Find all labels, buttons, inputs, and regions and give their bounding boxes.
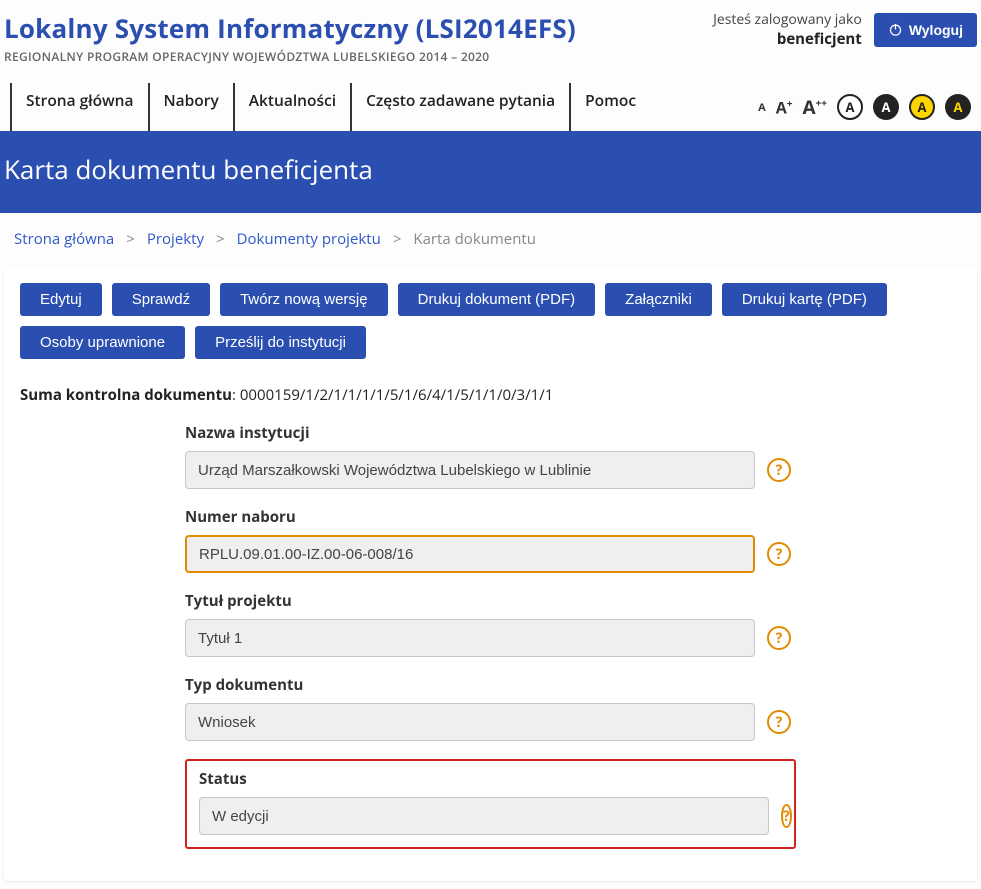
help-icon-project-title[interactable]: ?	[767, 626, 791, 650]
field-doc-type: Typ dokumentu ?	[185, 675, 796, 741]
osoby-uprawnione-button[interactable]: Osoby uprawnione	[20, 326, 185, 359]
project-title-input	[185, 619, 755, 657]
site-title: Lokalny System Informatyczny (LSI2014EFS…	[4, 10, 576, 46]
doc-type-label: Typ dokumentu	[185, 675, 796, 695]
nav-item-pomoc[interactable]: Pomoc	[569, 83, 650, 131]
field-status: Status ?	[185, 759, 796, 849]
contrast-normal[interactable]: A	[837, 94, 863, 120]
help-icon-institution[interactable]: ?	[767, 458, 791, 482]
font-size-small[interactable]: A	[758, 100, 766, 115]
checksum-value: 0000159/1/2/1/1/1/1/5/1/6/4/1/5/1/1/0/3/…	[240, 385, 553, 405]
recruitment-label: Numer naboru	[185, 507, 796, 527]
zalaczniki-button[interactable]: Załączniki	[605, 283, 712, 316]
contrast-dark-yellow[interactable]: A	[945, 94, 971, 120]
recruitment-input	[185, 535, 755, 573]
bc-projekty[interactable]: Projekty	[147, 229, 204, 249]
contrast-yellow[interactable]: A	[909, 94, 935, 120]
header-right: Jesteś zalogowany jako beneficjent Wylog…	[713, 10, 977, 49]
bc-dokumenty-projektu[interactable]: Dokumenty projektu	[237, 229, 381, 249]
font-size-large[interactable]: A++	[802, 94, 827, 120]
accessibility-tools: A A+ A++ A A A A	[758, 94, 971, 120]
card: Edytuj Sprawdź Twórz nową wersję Drukuj …	[4, 267, 977, 881]
power-icon	[888, 22, 903, 37]
nav-item-home[interactable]: Strona główna	[10, 83, 148, 131]
doc-type-input	[185, 703, 755, 741]
header-bar: Lokalny System Informatyczny (LSI2014EFS…	[0, 0, 981, 69]
action-row-1: Edytuj Sprawdź Twórz nową wersję Drukuj …	[20, 283, 961, 316]
nav-item-faq[interactable]: Często zadawane pytania	[350, 83, 569, 131]
project-title-label: Tytuł projektu	[185, 591, 796, 611]
breadcrumb: Strona główna > Projekty > Dokumenty pro…	[0, 213, 981, 267]
login-status-text: Jesteś zalogowany jako	[713, 10, 862, 29]
nav-item-nabory[interactable]: Nabory	[148, 83, 233, 131]
przeslij-do-instytucji-button[interactable]: Prześlij do instytucji	[195, 326, 366, 359]
institution-label: Nazwa instytucji	[185, 423, 796, 443]
field-project-title: Tytuł projektu ?	[185, 591, 796, 657]
status-label: Status	[199, 769, 782, 789]
bc-sep: >	[216, 229, 225, 249]
edytuj-button[interactable]: Edytuj	[20, 283, 102, 316]
help-icon-doc-type[interactable]: ?	[767, 710, 791, 734]
sprawdz-button[interactable]: Sprawdź	[112, 283, 210, 316]
drukuj-karte-button[interactable]: Drukuj kartę (PDF)	[722, 283, 887, 316]
logout-label: Wyloguj	[909, 22, 963, 38]
page-title: Karta dokumentu beneficjenta	[0, 131, 981, 213]
bc-sep: >	[393, 229, 402, 249]
site-subtitle: REGIONALNY PROGRAM OPERACYJNY WOJEWÓDZTW…	[4, 48, 576, 65]
field-recruitment-no: Numer naboru ?	[185, 507, 796, 573]
drukuj-dokument-button[interactable]: Drukuj dokument (PDF)	[398, 283, 596, 316]
bc-sep: >	[126, 229, 135, 249]
document-checksum: Suma kontrolna dokumentu: 0000159/1/2/1/…	[20, 385, 961, 405]
logout-button[interactable]: Wyloguj	[874, 13, 977, 47]
help-icon-status[interactable]: ?	[781, 804, 792, 828]
checksum-label: Suma kontrolna dokumentu	[20, 385, 232, 405]
nav-item-aktualnosci[interactable]: Aktualności	[233, 83, 350, 131]
login-username: beneficjent	[713, 29, 862, 49]
bc-current: Karta dokumentu	[413, 229, 536, 249]
field-institution: Nazwa instytucji ?	[185, 423, 796, 489]
bc-home[interactable]: Strona główna	[14, 229, 114, 249]
form-area: Nazwa instytucji ? Numer naboru ? Tytuł …	[20, 423, 961, 865]
header-left: Lokalny System Informatyczny (LSI2014EFS…	[4, 10, 576, 65]
nav-links: Strona główna Nabory Aktualności Często …	[10, 83, 650, 131]
navbar: Strona główna Nabory Aktualności Często …	[0, 69, 981, 131]
action-row-2: Osoby uprawnione Prześlij do instytucji	[20, 326, 961, 359]
contrast-inverted[interactable]: A	[873, 94, 899, 120]
help-icon-recruitment[interactable]: ?	[767, 542, 791, 566]
status-input	[199, 797, 769, 835]
institution-input	[185, 451, 755, 489]
tworz-nowa-wersje-button[interactable]: Twórz nową wersję	[220, 283, 388, 316]
font-size-medium[interactable]: A+	[776, 96, 793, 118]
login-info: Jesteś zalogowany jako beneficjent	[713, 10, 862, 49]
